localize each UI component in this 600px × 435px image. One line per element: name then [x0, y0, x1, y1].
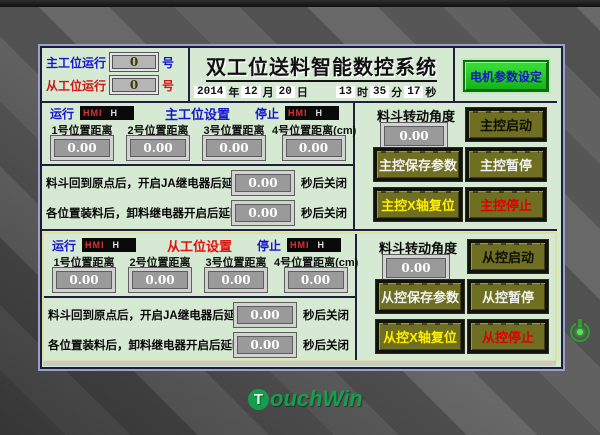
main-pause-button[interactable]: 主控暂停 [466, 148, 546, 181]
main-start-button[interactable]: 主控启动 [466, 108, 546, 141]
slave-position-inputs: 0.00 0.00 0.00 0.00 [46, 268, 357, 292]
date-month-label: 月 [263, 84, 274, 100]
main-section-header: 运行 HMIH 主工位设置 停止 HMIH [50, 105, 345, 121]
slave-sub-divider [44, 296, 357, 298]
main-run-indicator-lamp: HMIH [80, 106, 134, 120]
main-pos3-value[interactable]: 0.00 [203, 136, 265, 160]
main-sub-divider [42, 164, 355, 166]
main-pos1-value[interactable]: 0.00 [51, 136, 113, 160]
main-run-indicator-label: 运行 [50, 105, 74, 122]
power-icon-stem [578, 319, 582, 327]
main-save-params-button[interactable]: 主控保存参数 [374, 148, 462, 181]
main-delay1-suffix: 秒后关闭 [301, 175, 347, 191]
main-run-value: 0 [110, 53, 158, 71]
main-pos4-value[interactable]: 0.00 [283, 136, 345, 160]
power-led-dot [577, 329, 583, 335]
slave-hopper-angle-value[interactable]: 0.00 [383, 255, 449, 281]
date-day: 20 [276, 86, 295, 98]
main-delay1-label: 料斗回到原点后，开启JA继电器后延时 [46, 175, 232, 191]
date-year: 2014 [194, 86, 226, 98]
time-minute: 35 [370, 86, 389, 98]
slave-pos1-value[interactable]: 0.00 [53, 268, 115, 292]
main-delay2-value[interactable]: 0.00 [232, 201, 294, 225]
time-hour: 13 [336, 86, 355, 98]
slave-run-indicator-label: 运行 [52, 237, 76, 254]
main-controls-column: 料斗转动角度 0.00 主控启动 主控保存参数 主控暂停 主控X轴复位 主控停止 [357, 102, 557, 229]
power-icon [570, 322, 590, 342]
slave-run-indicator-lamp: HMIH [82, 238, 136, 252]
slave-controls-column: 料斗转动角度 0.00 从控启动 从控保存参数 从控暂停 从控X轴复位 从控停止 [359, 234, 555, 360]
slave-delay2-suffix: 秒后关闭 [303, 337, 349, 353]
time-second-label: 秒 [425, 84, 436, 100]
touchwin-logo: T ouchWin [248, 386, 363, 412]
main-delay2-suffix: 秒后关闭 [301, 205, 347, 221]
panel-bottom-strip [43, 361, 556, 366]
time-minute-label: 分 [391, 84, 402, 100]
touchwin-logo-icon: T [248, 389, 269, 410]
main-stop-button[interactable]: 主控停止 [466, 188, 546, 221]
page-title: 双工位送料智能数控系统 [190, 51, 453, 80]
slave-delay-row-2: 各位置装料后，卸料继电器开启后延时 0.00 秒后关闭 [48, 333, 355, 357]
main-section-title: 主工位设置 [140, 104, 255, 123]
date-year-label: 年 [228, 84, 239, 100]
main-stop-indicator-lamp: HMIH [285, 106, 339, 120]
slave-run-value: 0 [110, 76, 158, 94]
main-delay-row-2: 各位置装料后，卸料继电器开启后延时 0.00 秒后关闭 [46, 201, 353, 225]
slave-delay1-label: 料斗回到原点后，开启JA继电器后延时 [48, 307, 234, 323]
main-delay1-value[interactable]: 0.00 [232, 171, 294, 195]
top-divider-2 [453, 48, 455, 101]
title-area: 双工位送料智能数控系统 2014 年 12 月 20 日 13 时 35 分 1… [190, 48, 453, 101]
time-hour-label: 时 [357, 84, 368, 100]
station-run-status: 主工位运行 0 号 从工位运行 0 号 [42, 48, 188, 101]
main-run-unit: 号 [162, 54, 174, 71]
slave-pos2-value[interactable]: 0.00 [129, 268, 191, 292]
slave-pos4-value[interactable]: 0.00 [285, 268, 347, 292]
slave-run-unit: 号 [162, 77, 174, 94]
main-delay2-label: 各位置装料后，卸料继电器开启后延时 [46, 205, 232, 221]
hmi-screen-content: 主工位运行 0 号 从工位运行 0 号 双工位送料智能数控系统 2014 年 1… [40, 46, 563, 369]
slave-stop-button[interactable]: 从控停止 [468, 320, 548, 353]
date-month: 12 [241, 86, 260, 98]
slave-delay2-label: 各位置装料后，卸料继电器开启后延时 [48, 337, 234, 353]
time-second: 17 [404, 86, 423, 98]
main-station-run-row: 主工位运行 0 号 [46, 52, 174, 72]
slave-delay-row-1: 料斗回到原点后，开启JA继电器后延时 0.00 秒后关闭 [48, 303, 355, 327]
main-settings-column: 运行 HMIH 主工位设置 停止 HMIH 1号位置距离 2号位置距离 3号位置… [42, 102, 355, 229]
slave-station-section: 运行 HMIH 从工位设置 停止 HMIH 1号位置距离 2号位置距离 3号位置… [42, 232, 557, 362]
main-run-label: 主工位运行 [46, 54, 106, 71]
slave-delay1-value[interactable]: 0.00 [234, 303, 296, 327]
slave-pos3-value[interactable]: 0.00 [205, 268, 267, 292]
slave-save-params-button[interactable]: 从控保存参数 [376, 280, 464, 313]
main-pos2-value[interactable]: 0.00 [127, 136, 189, 160]
slave-section-header: 运行 HMIH 从工位设置 停止 HMIH [52, 237, 347, 253]
slave-delay1-suffix: 秒后关闭 [303, 307, 349, 323]
bezel-top-strip [0, 0, 600, 7]
datetime-row: 2014 年 12 月 20 日 13 时 35 分 17 秒 [192, 84, 453, 100]
slave-station-run-row: 从工位运行 0 号 [46, 75, 174, 95]
main-position-inputs: 0.00 0.00 0.00 0.00 [44, 136, 355, 160]
slave-run-label: 从工位运行 [46, 77, 106, 94]
motor-params-button[interactable]: 电机参数设定 [463, 60, 549, 92]
slave-stop-indicator-label: 停止 [257, 237, 281, 254]
slave-pause-button[interactable]: 从控暂停 [468, 280, 548, 313]
top-divider-1 [188, 48, 190, 101]
main-hopper-angle-value[interactable]: 0.00 [381, 123, 447, 149]
touchwin-logo-text: ouchWin [270, 386, 363, 412]
main-station-section: 运行 HMIH 主工位设置 停止 HMIH 1号位置距离 2号位置距离 3号位置… [42, 102, 557, 231]
main-stop-indicator-label: 停止 [255, 105, 279, 122]
slave-settings-column: 运行 HMIH 从工位设置 停止 HMIH 1号位置距离 2号位置距离 3号位置… [44, 234, 357, 360]
date-day-label: 日 [297, 84, 308, 100]
slave-start-button[interactable]: 从控启动 [468, 240, 548, 273]
slave-stop-indicator-lamp: HMIH [287, 238, 341, 252]
slave-section-title: 从工位设置 [142, 236, 257, 255]
slave-x-axis-reset-button[interactable]: 从控X轴复位 [376, 320, 464, 353]
hmi-screen: 主工位运行 0 号 从工位运行 0 号 双工位送料智能数控系统 2014 年 1… [38, 44, 565, 371]
slave-delay2-value[interactable]: 0.00 [234, 333, 296, 357]
motor-params-area: 电机参数设定 [455, 48, 557, 101]
main-delay-row-1: 料斗回到原点后，开启JA继电器后延时 0.00 秒后关闭 [46, 171, 353, 195]
main-x-axis-reset-button[interactable]: 主控X轴复位 [374, 188, 462, 221]
